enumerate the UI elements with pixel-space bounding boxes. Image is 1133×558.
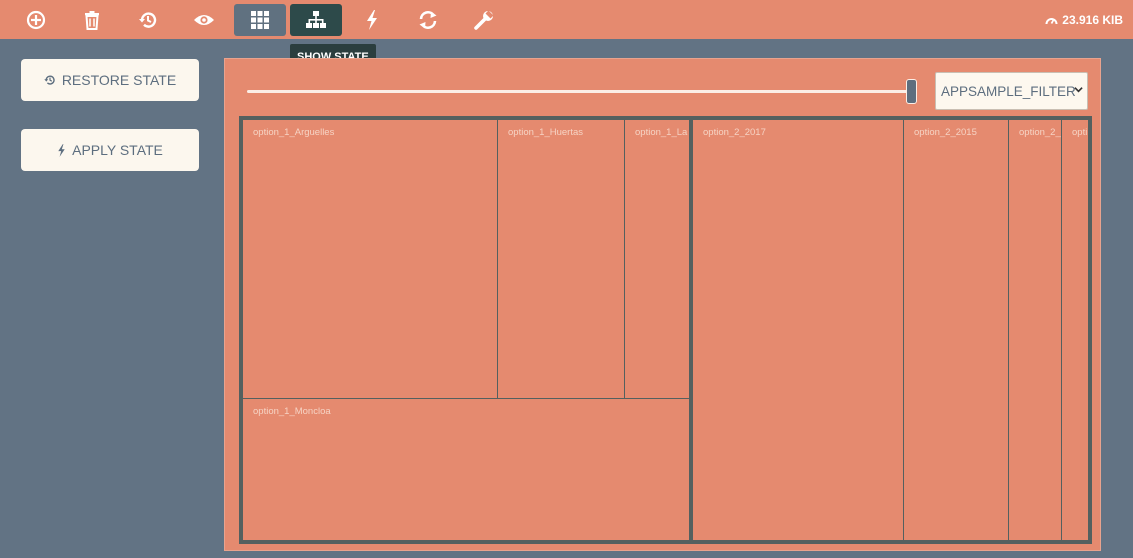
- slider-track[interactable]: [247, 90, 915, 93]
- trash-icon: [85, 11, 99, 30]
- toolbar: 23.916 KIB: [0, 0, 1133, 39]
- restore-state-label: RESTORE STATE: [61, 72, 177, 88]
- bolt-icon: [367, 10, 377, 30]
- crosshair-icon: [26, 10, 46, 30]
- treemap-cell[interactable]: option_2_: [1008, 119, 1062, 541]
- memory-usage: 23.916 KIB: [1045, 13, 1123, 27]
- filter-select[interactable]: APPSAMPLE_FILTER: [935, 72, 1088, 110]
- history-icon: [139, 12, 157, 28]
- treemap: option_1_Arguelles option_1_Huertas opti…: [239, 116, 1092, 544]
- wrench-icon: [474, 10, 494, 30]
- treemap-cell[interactable]: option_1_La: [624, 119, 690, 399]
- treemap-cell[interactable]: option_1_Moncloa: [242, 398, 690, 541]
- slider-thumb[interactable]: [906, 79, 917, 104]
- grid-button[interactable]: [234, 4, 286, 36]
- wrench-button[interactable]: [458, 4, 510, 36]
- apply-state-button[interactable]: APPLY STATE: [21, 129, 199, 171]
- refresh-button[interactable]: [402, 4, 454, 36]
- apply-state-label: APPLY STATE: [72, 142, 163, 158]
- treemap-cell[interactable]: option_1_Arguelles: [242, 119, 498, 399]
- eye-button[interactable]: [178, 4, 230, 36]
- treemap-cell-label: option_1_Moncloa: [253, 406, 331, 417]
- state-panel: APPSAMPLE_FILTER option_1_Arguelles opti…: [224, 58, 1101, 551]
- treemap-cell[interactable]: option_2_2017: [692, 119, 904, 541]
- memory-value: 23.916 KIB: [1062, 13, 1123, 27]
- treemap-cell-label: option_1_Arguelles: [253, 127, 335, 138]
- show-state-button[interactable]: [290, 4, 342, 36]
- treemap-cell[interactable]: option_1_Huertas: [497, 119, 625, 399]
- treemap-cell-label: option_2_: [1019, 127, 1061, 138]
- history-button[interactable]: [122, 4, 174, 36]
- sitemap-icon: [306, 11, 326, 28]
- treemap-cell[interactable]: option_2_2015: [903, 119, 1009, 541]
- chevron-down-icon: [1074, 87, 1083, 93]
- treemap-cell[interactable]: opti: [1061, 119, 1089, 541]
- restore-state-button[interactable]: RESTORE STATE: [21, 59, 199, 101]
- history-icon: [44, 75, 55, 85]
- gauge-icon: [1045, 18, 1058, 25]
- bolt-icon: [58, 143, 65, 157]
- filter-selected-value: APPSAMPLE_FILTER: [941, 83, 1076, 99]
- treemap-cell-label: option_2_2015: [914, 127, 977, 138]
- eye-icon: [194, 15, 214, 25]
- treemap-cell-label: option_1_Huertas: [508, 127, 583, 138]
- treemap-cell-label: opti: [1072, 127, 1088, 138]
- trash-button[interactable]: [66, 4, 118, 36]
- crosshair-button[interactable]: [10, 4, 62, 36]
- treemap-cell-label: option_1_La: [635, 127, 688, 138]
- grid-icon: [251, 11, 269, 29]
- bolt-button[interactable]: [346, 4, 398, 36]
- refresh-icon: [419, 11, 437, 29]
- treemap-cell-label: option_2_2017: [703, 127, 766, 138]
